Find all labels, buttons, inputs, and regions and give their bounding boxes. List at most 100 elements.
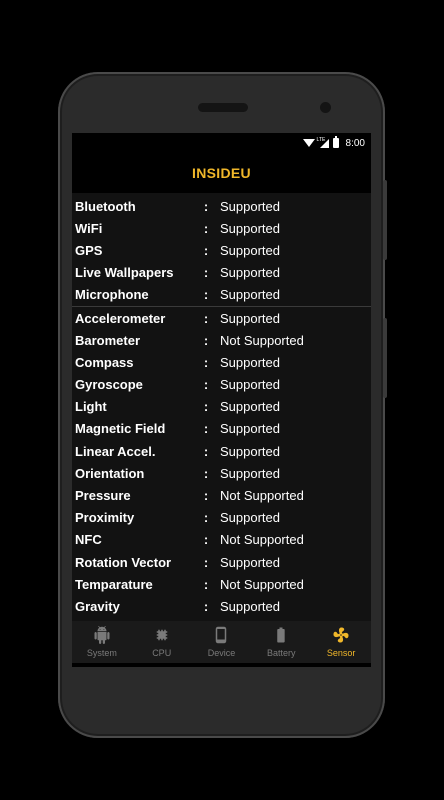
separator: : — [203, 377, 209, 393]
list-item: Compass: Supported — [72, 351, 371, 373]
tab-cpu[interactable]: CPU — [132, 621, 192, 663]
feature-name: Gravity — [75, 598, 120, 614]
separator: : — [203, 399, 209, 415]
separator: : — [203, 421, 209, 437]
feature-status: Supported — [220, 354, 280, 370]
feature-status: Supported — [220, 443, 280, 459]
separator: : — [203, 310, 209, 326]
fan-sensor-icon — [332, 626, 350, 648]
feature-status: Supported — [220, 242, 280, 258]
tab-label: Device — [207, 648, 236, 658]
list-item: Proximity: Supported — [72, 507, 371, 529]
separator: : — [203, 554, 209, 570]
feature-name: Rotation Vector — [75, 554, 172, 570]
list-item: WiFi: Supported — [72, 217, 371, 239]
feature-status: Supported — [220, 198, 280, 214]
list-item: Light: Supported — [72, 396, 371, 418]
volume-button — [383, 180, 387, 260]
feature-status: Supported — [220, 554, 280, 570]
feature-name: Temparature — [75, 576, 153, 592]
phone-device-icon — [212, 626, 230, 648]
separator: : — [203, 465, 209, 481]
feature-status: Not Supported — [220, 488, 304, 504]
tab-device[interactable]: Device — [192, 621, 252, 663]
feature-name: Accelerometer — [75, 310, 166, 326]
feature-status: Not Supported — [220, 332, 304, 348]
feature-status: Supported — [220, 220, 280, 236]
separator: : — [203, 510, 209, 526]
tab-label: Battery — [267, 648, 296, 658]
list-item: Rotation Vector: Supported — [72, 551, 371, 573]
feature-name: Live Wallpapers — [75, 265, 174, 281]
list-item: Bluetooth: Supported — [72, 195, 371, 217]
feature-list[interactable]: Bluetooth: Supported WiFi: Supported GPS: Sup… — [72, 193, 371, 625]
feature-name: Orientation — [75, 465, 145, 481]
separator: : — [203, 198, 209, 214]
separator: : — [203, 332, 209, 348]
feature-name: Compass — [75, 354, 134, 370]
feature-status: Not Supported — [220, 576, 304, 592]
separator: : — [203, 242, 209, 258]
list-item: Linear Accel.: Supported — [72, 440, 371, 462]
feature-name: Light — [75, 399, 107, 415]
list-item: Microphone: Supported — [72, 284, 371, 306]
list-item: Temparature: Not Supported — [72, 573, 371, 595]
feature-name: WiFi — [75, 220, 103, 236]
feature-name: Gyroscope — [75, 377, 143, 393]
list-item: Barometer: Not Supported — [72, 329, 371, 351]
screen: LTE 8:00 INSIDEU Bluetooth: Supported WiFi… — [72, 133, 371, 667]
list-item: Orientation: Supported — [72, 462, 371, 484]
list-item: Gyroscope: Supported — [72, 374, 371, 396]
status-bar: LTE 8:00 — [72, 133, 371, 153]
feature-status: Supported — [220, 399, 280, 415]
tab-system[interactable]: System — [72, 621, 132, 663]
list-item: Accelerometer: Supported — [72, 307, 371, 329]
list-item: Gravity: Supported — [72, 595, 371, 617]
feature-status: Supported — [220, 465, 280, 481]
separator: : — [203, 443, 209, 459]
feature-status: Not Supported — [220, 532, 304, 548]
feature-status: Supported — [220, 598, 280, 614]
list-item: Magnetic Field: Supported — [72, 418, 371, 440]
front-camera — [320, 102, 331, 113]
separator: : — [203, 265, 209, 281]
feature-name: Magnetic Field — [75, 421, 166, 437]
list-item: NFC: Not Supported — [72, 529, 371, 551]
signal-icon: LTE — [317, 137, 329, 148]
earpiece-speaker — [198, 103, 248, 112]
list-item: GPS: Supported — [72, 239, 371, 261]
separator: : — [203, 220, 209, 236]
tab-battery[interactable]: Battery — [251, 621, 311, 663]
separator: : — [203, 354, 209, 370]
separator: : — [203, 532, 209, 548]
clock: 8:00 — [345, 137, 365, 149]
feature-status: Supported — [220, 377, 280, 393]
feature-name: NFC — [75, 532, 102, 548]
feature-name: Proximity — [75, 510, 135, 526]
power-button — [383, 318, 387, 398]
separator: : — [203, 287, 209, 303]
tab-label: CPU — [152, 648, 172, 658]
battery-status-icon — [332, 136, 339, 148]
feature-name: Pressure — [75, 488, 131, 504]
feature-name: Linear Accel. — [75, 443, 156, 459]
feature-status: Supported — [220, 287, 280, 303]
feature-name: GPS — [75, 242, 103, 258]
feature-status: Supported — [220, 310, 280, 326]
wifi-icon — [302, 139, 315, 147]
app-title-bar: INSIDEU — [72, 153, 371, 193]
tab-label: System — [86, 648, 117, 658]
bottom-tab-bar: System CPU Device Battery Sensor — [72, 621, 371, 663]
feature-name: Barometer — [75, 332, 141, 348]
separator: : — [203, 488, 209, 504]
tab-label: Sensor — [326, 648, 356, 658]
feature-status: Supported — [220, 510, 280, 526]
android-icon — [93, 626, 111, 648]
feature-name: Microphone — [75, 287, 149, 303]
list-item: Live Wallpapers: Supported — [72, 262, 371, 284]
separator: : — [203, 598, 209, 614]
list-item: Pressure: Not Supported — [72, 484, 371, 506]
tab-sensor[interactable]: Sensor — [311, 621, 371, 663]
cpu-chip-icon — [153, 626, 171, 648]
app-title: INSIDEU — [192, 165, 251, 181]
